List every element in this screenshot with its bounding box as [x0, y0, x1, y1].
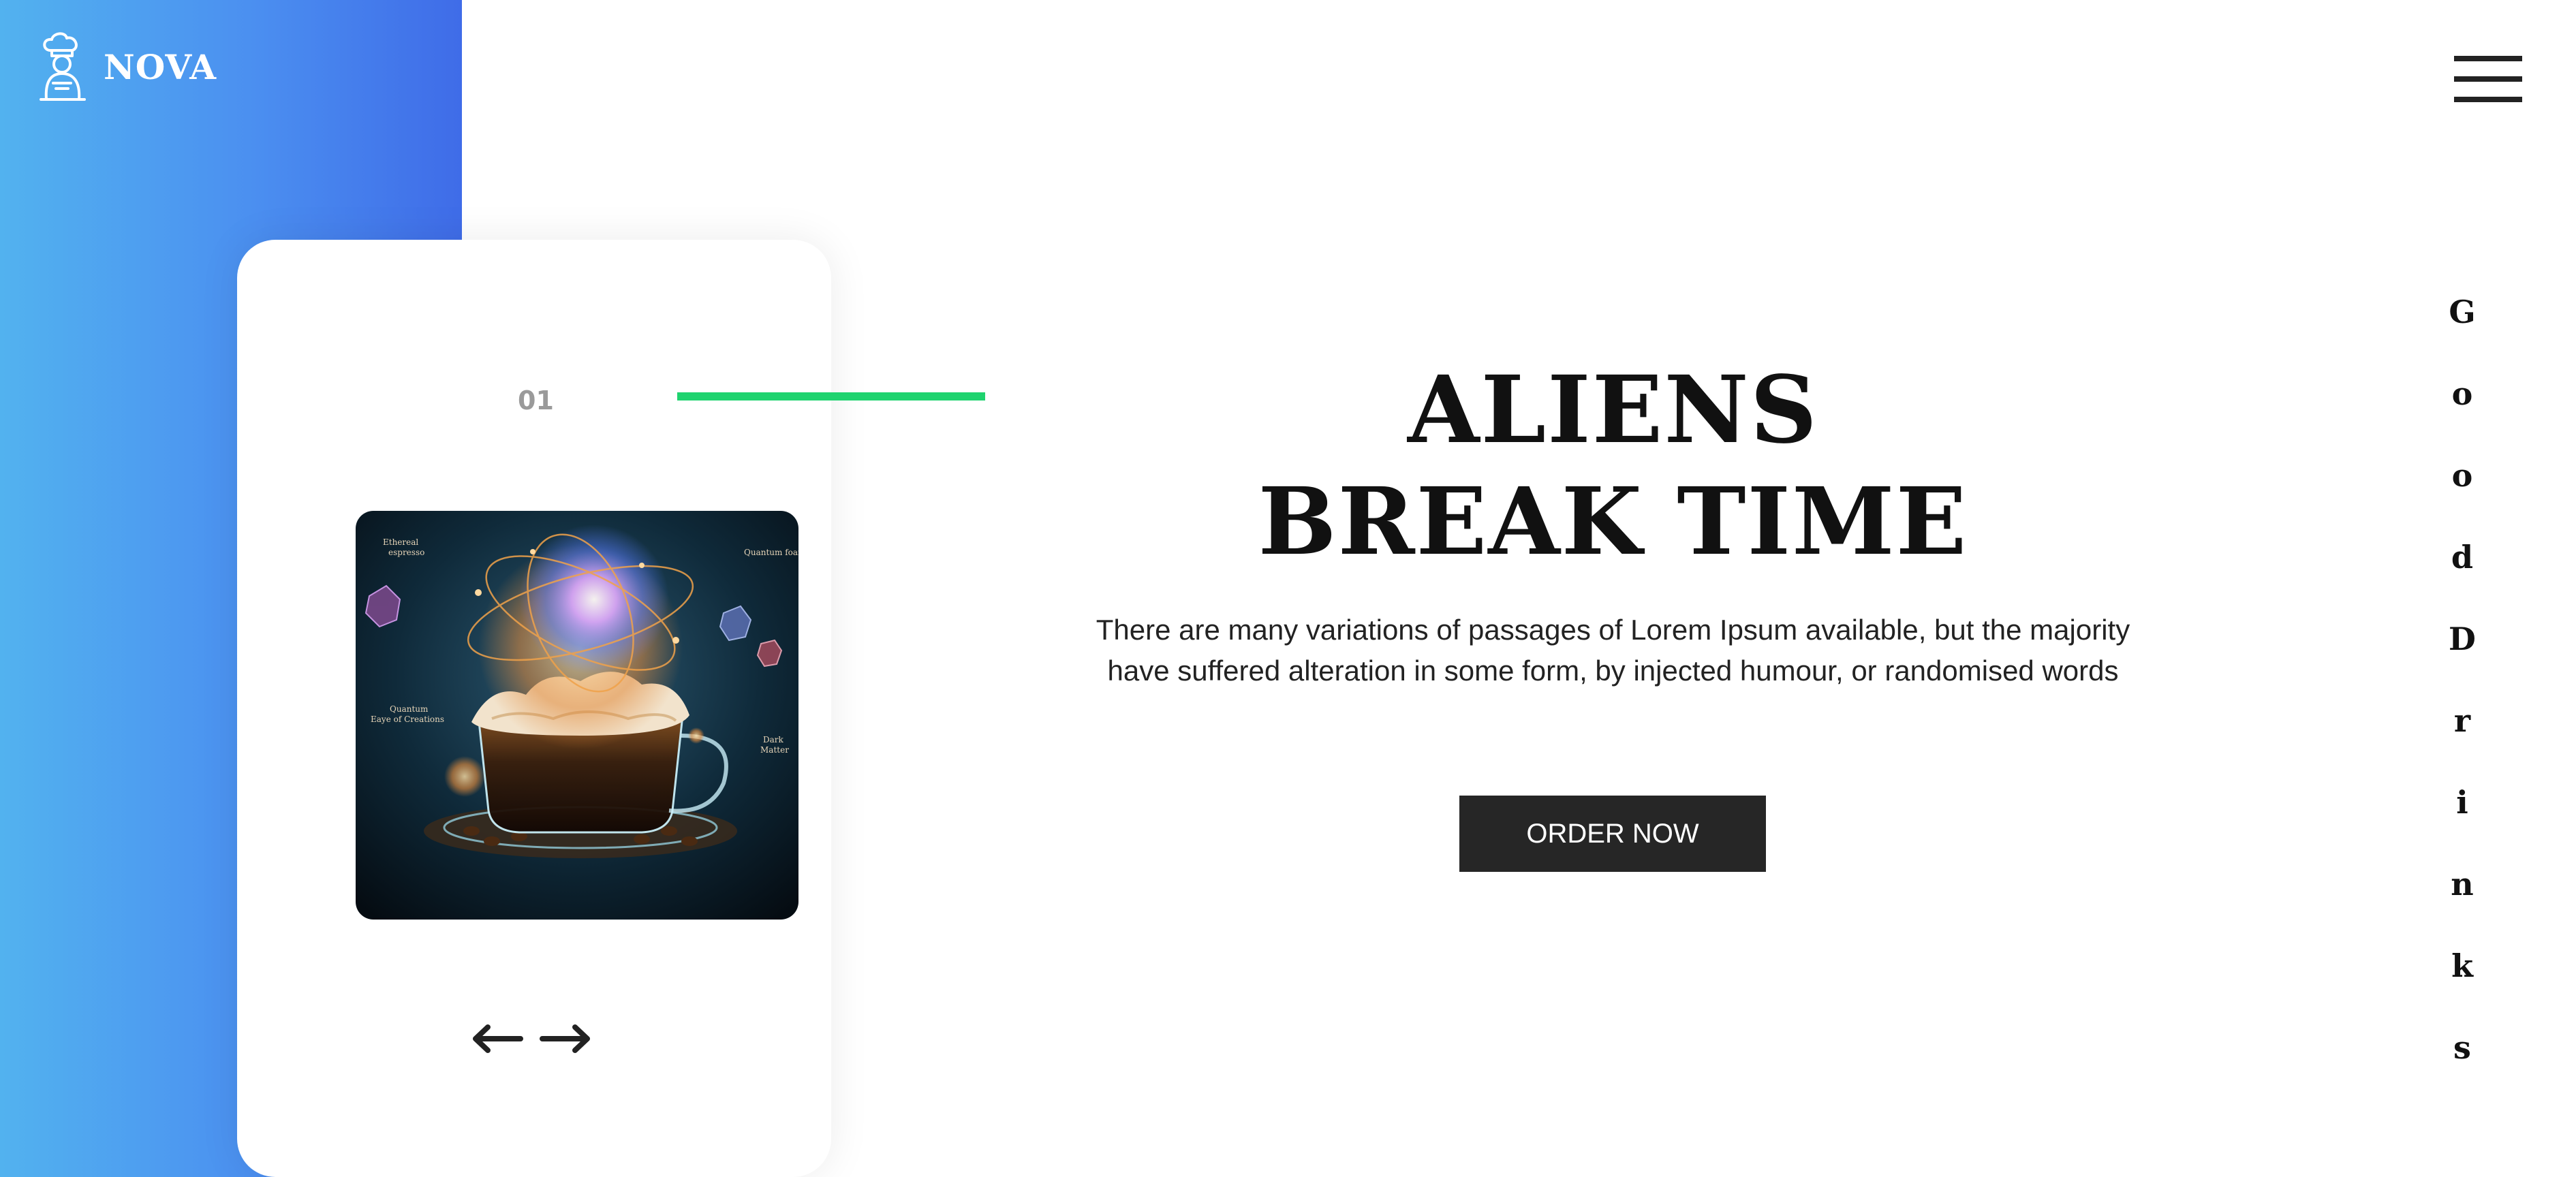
hamburger-line	[2454, 76, 2522, 82]
tagline-letter: r	[2453, 702, 2471, 739]
hamburger-line	[2454, 97, 2522, 102]
svg-text:Quantum: Quantum	[390, 704, 429, 714]
tagline-letter: k	[2451, 947, 2473, 984]
svg-text:Quantum foam: Quantum foam	[744, 548, 798, 557]
svg-text:Eaye of Creations: Eaye of Creations	[371, 715, 444, 724]
cosmic-coffee-image: Ethereal espresso Quantum foam Quantum E…	[356, 511, 798, 920]
prev-button[interactable]	[470, 1022, 523, 1056]
menu-button[interactable]	[2454, 56, 2522, 104]
tagline-letter: D	[2449, 621, 2476, 657]
arrow-left-icon	[473, 1024, 523, 1053]
brand-name: NOVA	[104, 46, 217, 87]
chef-icon	[35, 31, 90, 102]
next-button[interactable]	[540, 1022, 593, 1056]
brand[interactable]: NOVA	[35, 31, 217, 102]
arrow-right-icon	[540, 1024, 590, 1053]
order-now-button[interactable]: ORDER NOW	[1459, 796, 1766, 872]
svg-text:Dark: Dark	[763, 735, 784, 744]
svg-text:espresso: espresso	[388, 548, 424, 557]
vertical-tagline: G o o d D r i n k s	[2435, 285, 2489, 1102]
tagline-letter: d	[2451, 539, 2474, 576]
tagline-letter: G	[2449, 294, 2476, 330]
hero-description: There are many variations of passages of…	[1096, 614, 2130, 687]
svg-text:Matter: Matter	[760, 745, 789, 755]
slider-arrows	[470, 1022, 593, 1056]
hero-title-line-2: BREAK TIME	[1258, 467, 1968, 576]
tagline-letter: s	[2453, 1029, 2471, 1066]
slide-number: 01	[518, 386, 554, 415]
svg-text:Ethereal: Ethereal	[383, 537, 418, 547]
tagline-letter: o	[2451, 457, 2473, 494]
tagline-letter: n	[2451, 866, 2474, 903]
accent-line	[677, 392, 985, 401]
hero-title-line-1: ALIENS	[1408, 356, 1818, 465]
tagline-letter: i	[2456, 784, 2468, 821]
hamburger-line	[2454, 56, 2522, 61]
hero-title: ALIENS BREAK TIME	[1090, 354, 2136, 578]
tagline-letter: o	[2451, 375, 2473, 412]
